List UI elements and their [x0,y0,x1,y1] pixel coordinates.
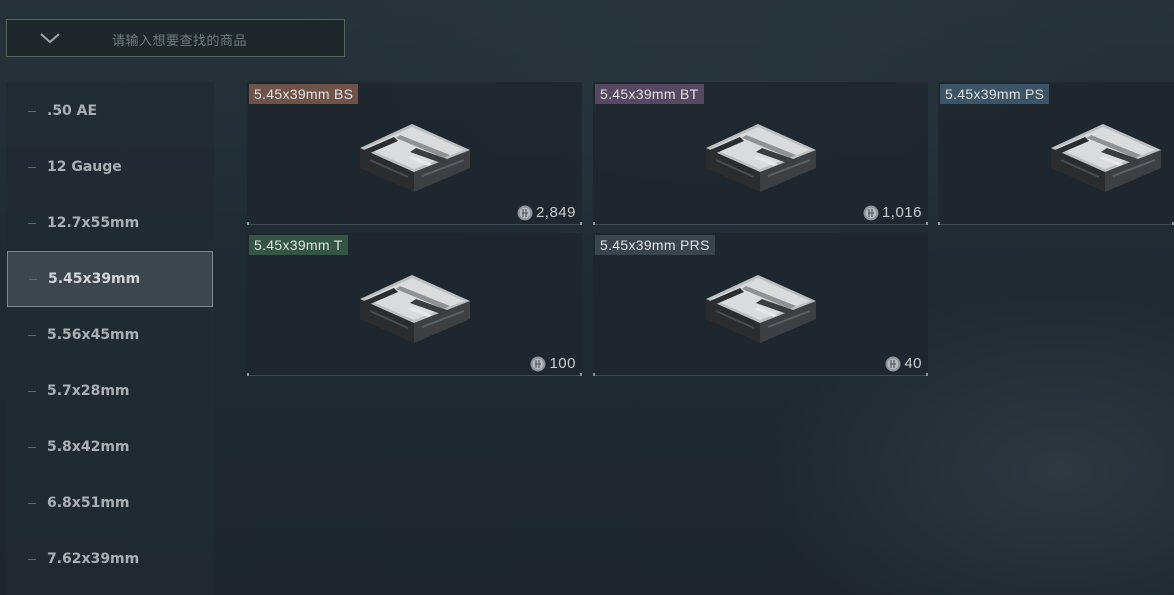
sidebar-item-label: 5.56x45mm [47,327,140,343]
caliber-sidebar: .50 AE 12 Gauge 12.7x55mm 5.45x39mm 5.56… [6,82,214,595]
product-name-tag: 5.45x39mm BT [595,84,704,104]
ammo-box-icon [1050,123,1162,193]
item-dash [28,558,36,560]
price-value: 1,016 [881,204,922,221]
coin-icon [885,355,902,372]
item-dash [28,334,36,336]
sidebar-item-50ae[interactable]: .50 AE [6,83,214,139]
sidebar-item-5-45x39mm[interactable]: 5.45x39mm [7,251,213,307]
sidebar-item-label: 6.8x51mm [47,495,130,511]
item-dash [29,278,37,280]
ammo-box-icon [359,274,471,344]
ammo-box-icon [359,123,471,193]
coin-icon [862,204,879,221]
sidebar-item-label: 12.7x55mm [47,215,140,231]
coin-icon [530,355,547,372]
item-dash [28,110,36,112]
sidebar-item-5-7x28mm[interactable]: 5.7x28mm [6,363,214,419]
item-dash [28,222,36,224]
price: 40 [885,355,922,372]
product-name-tag: 5.45x39mm PS [940,84,1050,104]
sidebar-item-12-gauge[interactable]: 12 Gauge [6,139,214,195]
sidebar-item-5-8x42mm[interactable]: 5.8x42mm [6,419,214,475]
sidebar-item-label: 5.45x39mm [48,271,141,287]
price-value: 2,849 [535,204,576,221]
sidebar-item-12-7x55mm[interactable]: 12.7x55mm [6,195,214,251]
sidebar-item-label: 5.8x42mm [47,439,130,455]
sidebar-item-label: 7.62x39mm [47,551,140,567]
chevron-down-icon[interactable] [39,29,61,47]
sidebar-item-7-62x39mm[interactable]: 7.62x39mm [6,531,214,587]
item-dash [28,446,36,448]
price-value: 100 [549,355,576,372]
product-card[interactable]: 5.45x39mm BT 1,016 [593,82,928,225]
ammo-box-icon [705,274,817,344]
sidebar-item-label: 12 Gauge [47,159,122,175]
item-dash [28,502,36,504]
card-divider [247,373,582,376]
sidebar-item-label: 5.7x28mm [47,383,130,399]
card-divider [247,222,582,225]
price-value: 40 [904,355,922,372]
search-bar[interactable]: 请输入想要查找的商品 [6,19,345,57]
product-name-tag: 5.45x39mm T [249,235,348,255]
sidebar-item-5-56x45mm[interactable]: 5.56x45mm [6,307,214,363]
item-dash [28,390,36,392]
coin-icon [516,204,533,221]
product-name-tag: 5.45x39mm BS [249,84,359,104]
ammo-box-icon [705,123,817,193]
sidebar-item-label: .50 AE [47,103,98,119]
product-card[interactable]: 5.45x39mm PS [938,82,1174,225]
item-dash [28,166,36,168]
product-card[interactable]: 5.45x39mm BS 2,849 [247,82,582,225]
price: 2,849 [516,204,576,221]
sidebar-item-6-8x51mm[interactable]: 6.8x51mm [6,475,214,531]
card-divider [938,222,1174,225]
search-placeholder[interactable]: 请输入想要查找的商品 [112,30,247,49]
price: 100 [530,355,576,372]
product-card[interactable]: 5.45x39mm T 100 [247,233,582,376]
card-divider [593,373,928,376]
product-card[interactable]: 5.45x39mm PRS 40 [593,233,928,376]
card-divider [593,222,928,225]
product-name-tag: 5.45x39mm PRS [595,235,715,255]
price: 1,016 [862,204,922,221]
